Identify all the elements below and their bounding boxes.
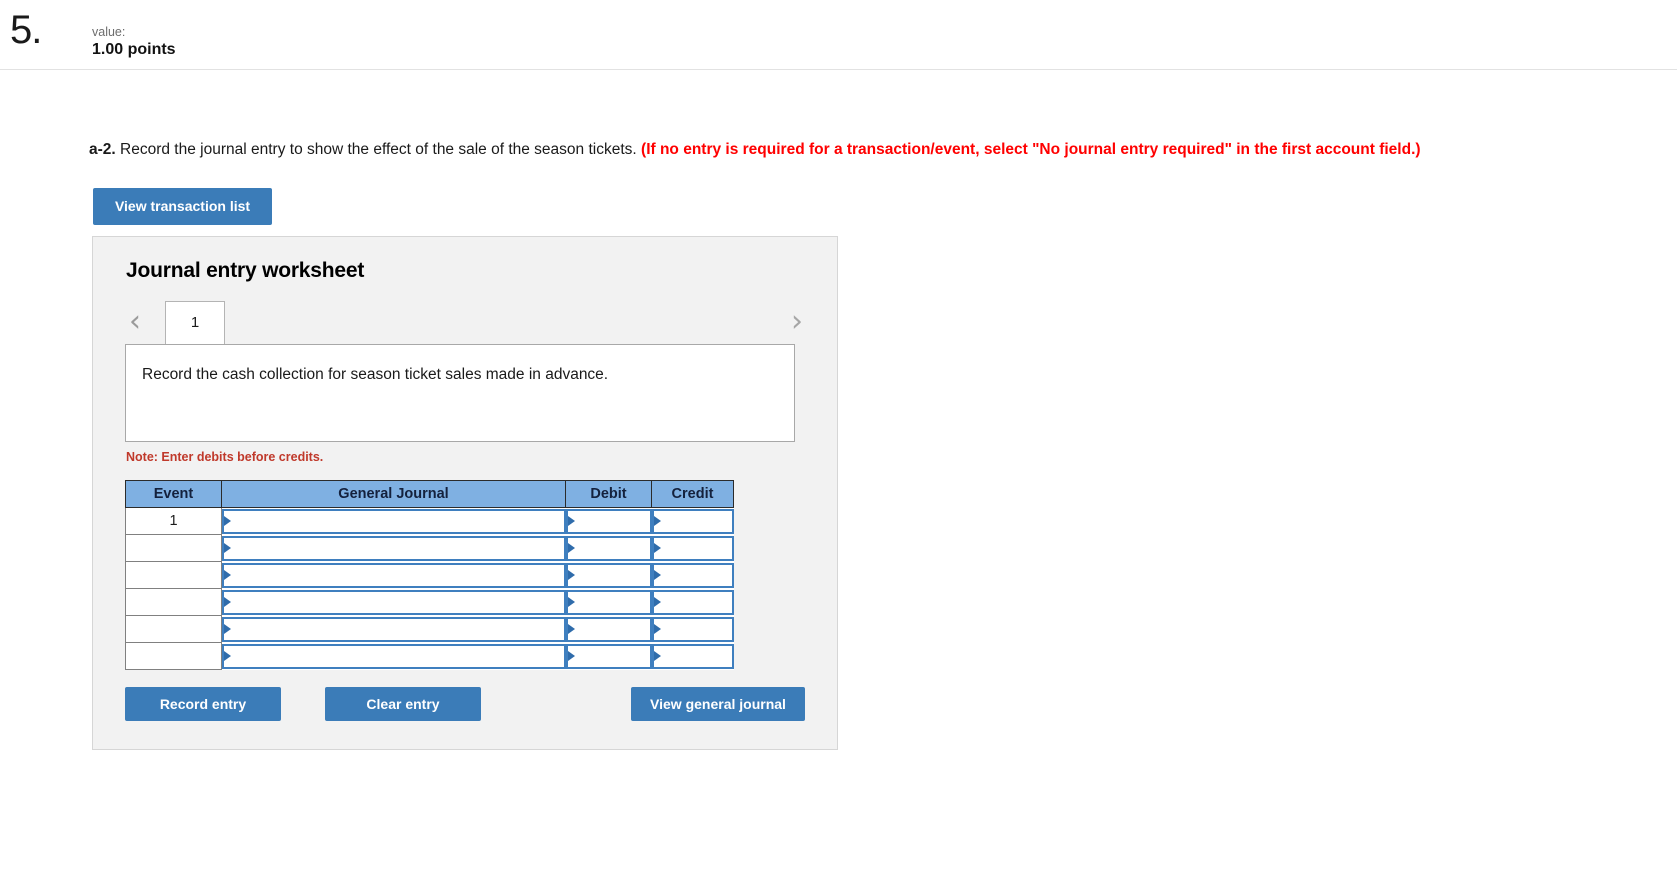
dropdown-caret-icon bbox=[224, 570, 231, 580]
dropdown-caret-icon bbox=[224, 624, 231, 634]
entry-instruction-box: Record the cash collection for season ti… bbox=[125, 344, 795, 442]
credit-cell[interactable] bbox=[651, 507, 734, 535]
credit-cell[interactable] bbox=[651, 615, 734, 643]
account-select-field[interactable] bbox=[222, 562, 566, 588]
event-number-cell bbox=[125, 561, 222, 589]
dropdown-caret-icon bbox=[653, 543, 661, 553]
credit-input-field[interactable] bbox=[651, 562, 734, 588]
credit-input-field[interactable] bbox=[651, 643, 734, 669]
dropdown-caret-icon bbox=[567, 651, 575, 661]
column-header-debit: Debit bbox=[565, 480, 652, 508]
debit-cell[interactable] bbox=[565, 642, 652, 670]
general-journal-cell[interactable] bbox=[221, 534, 566, 562]
journal-entry-worksheet-panel: Journal entry worksheet ‹ 1 › Record the… bbox=[92, 236, 838, 750]
previous-entry-chevron-icon[interactable]: ‹ bbox=[122, 305, 148, 339]
record-entry-button[interactable]: Record entry bbox=[125, 687, 281, 721]
event-number-cell bbox=[125, 534, 222, 562]
worksheet-title: Journal entry worksheet bbox=[126, 259, 365, 282]
general-journal-cell[interactable] bbox=[221, 561, 566, 589]
debit-input-field[interactable] bbox=[565, 562, 652, 588]
table-row bbox=[125, 642, 734, 670]
dropdown-caret-icon bbox=[567, 570, 575, 580]
clear-entry-button[interactable]: Clear entry bbox=[325, 687, 481, 721]
table-header-row: Event General Journal Debit Credit bbox=[125, 480, 734, 508]
question-header-band: 5. value: 1.00 points bbox=[0, 0, 1677, 70]
points-value: 1.00 points bbox=[92, 41, 176, 58]
column-header-credit: Credit bbox=[651, 480, 734, 508]
debit-input-field[interactable] bbox=[565, 589, 652, 615]
dropdown-caret-icon bbox=[567, 597, 575, 607]
dropdown-caret-icon bbox=[224, 543, 231, 553]
worksheet-tab-1[interactable]: 1 bbox=[165, 301, 225, 345]
dropdown-caret-icon bbox=[653, 570, 661, 580]
dropdown-caret-icon bbox=[653, 597, 661, 607]
dropdown-caret-icon bbox=[567, 543, 575, 553]
debit-cell[interactable] bbox=[565, 507, 652, 535]
dropdown-caret-icon bbox=[653, 516, 661, 527]
general-journal-cell[interactable] bbox=[221, 615, 566, 643]
debit-input-field[interactable] bbox=[565, 643, 652, 669]
worksheet-tabs-row: ‹ 1 › bbox=[93, 299, 839, 345]
event-number-cell bbox=[125, 588, 222, 616]
debit-input-field[interactable] bbox=[565, 616, 652, 642]
question-red-hint: (If no entry is required for a transacti… bbox=[641, 141, 1421, 158]
event-number-cell bbox=[125, 615, 222, 643]
question-prompt: a-2. Record the journal entry to show th… bbox=[89, 140, 1421, 160]
question-part-label: a-2. bbox=[89, 141, 116, 158]
dropdown-caret-icon bbox=[653, 651, 661, 661]
dropdown-caret-icon bbox=[653, 624, 661, 634]
general-journal-cell[interactable] bbox=[221, 588, 566, 616]
view-general-journal-button[interactable]: View general journal bbox=[631, 687, 805, 721]
credit-cell[interactable] bbox=[651, 588, 734, 616]
debit-input-field[interactable] bbox=[565, 535, 652, 561]
account-select-field[interactable] bbox=[222, 616, 566, 642]
credit-input-field[interactable] bbox=[651, 535, 734, 561]
credit-cell[interactable] bbox=[651, 534, 734, 562]
general-journal-cell[interactable] bbox=[221, 507, 566, 535]
account-select-field[interactable] bbox=[222, 508, 566, 534]
general-journal-cell[interactable] bbox=[221, 642, 566, 670]
credit-cell[interactable] bbox=[651, 642, 734, 670]
debit-cell[interactable] bbox=[565, 534, 652, 562]
view-transaction-list-button[interactable]: View transaction list bbox=[93, 188, 272, 225]
next-entry-chevron-icon[interactable]: › bbox=[784, 305, 810, 339]
debit-cell[interactable] bbox=[565, 615, 652, 643]
table-row bbox=[125, 588, 734, 616]
debits-before-credits-note: Note: Enter debits before credits. bbox=[126, 450, 324, 464]
credit-input-field[interactable] bbox=[651, 589, 734, 615]
debit-cell[interactable] bbox=[565, 588, 652, 616]
account-select-field[interactable] bbox=[222, 643, 566, 669]
entry-instruction-text: Record the cash collection for season ti… bbox=[142, 366, 609, 383]
dropdown-caret-icon bbox=[224, 597, 231, 607]
credit-input-field[interactable] bbox=[651, 616, 734, 642]
account-select-field[interactable] bbox=[222, 589, 566, 615]
column-header-general-journal: General Journal bbox=[221, 480, 566, 508]
account-select-field[interactable] bbox=[222, 535, 566, 561]
value-label: value: bbox=[92, 25, 126, 39]
debit-input-field[interactable] bbox=[565, 508, 652, 534]
credit-input-field[interactable] bbox=[651, 508, 734, 534]
journal-entry-table: Event General Journal Debit Credit 1 bbox=[125, 480, 734, 670]
question-number: 5. bbox=[10, 8, 42, 52]
dropdown-caret-icon bbox=[567, 516, 575, 527]
dropdown-caret-icon bbox=[224, 651, 231, 661]
table-row: 1 bbox=[125, 507, 734, 535]
table-row bbox=[125, 615, 734, 643]
question-text: Record the journal entry to show the eff… bbox=[120, 141, 637, 158]
event-number-cell bbox=[125, 642, 222, 670]
table-row bbox=[125, 534, 734, 562]
dropdown-caret-icon bbox=[224, 516, 231, 527]
dropdown-caret-icon bbox=[567, 624, 575, 634]
table-row bbox=[125, 561, 734, 589]
column-header-event: Event bbox=[125, 480, 222, 508]
debit-cell[interactable] bbox=[565, 561, 652, 589]
event-number-cell: 1 bbox=[125, 507, 222, 535]
credit-cell[interactable] bbox=[651, 561, 734, 589]
